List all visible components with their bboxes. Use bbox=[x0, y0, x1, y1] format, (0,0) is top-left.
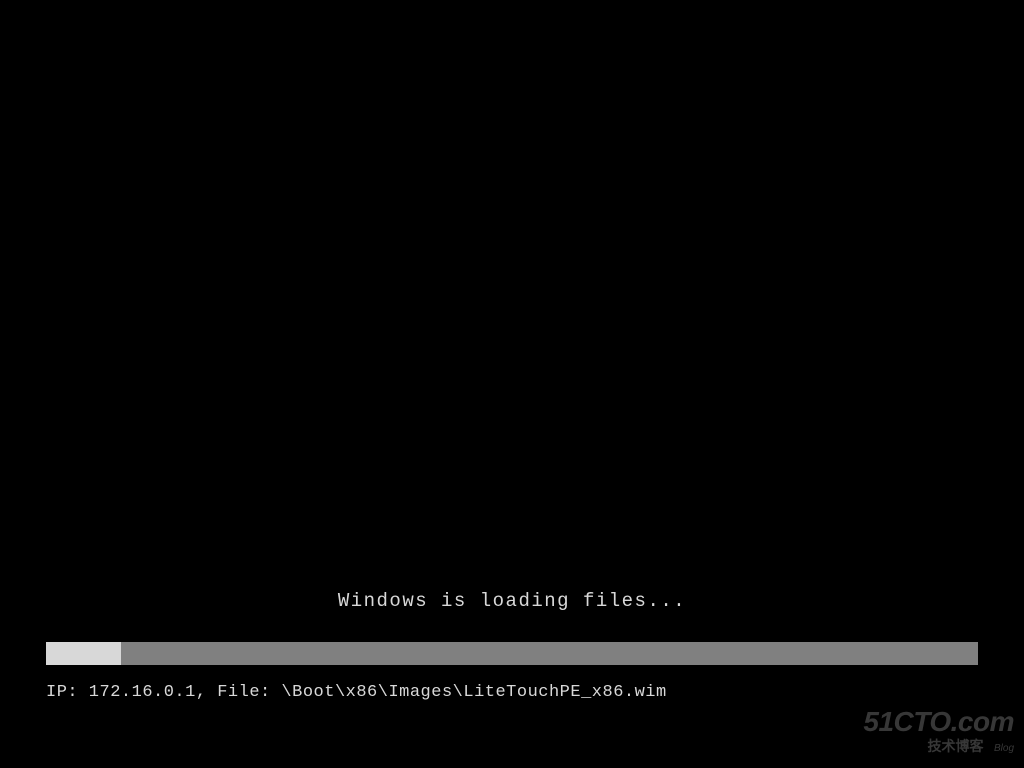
boot-status-line: IP: 172.16.0.1, File: \Boot\x86\Images\L… bbox=[46, 683, 667, 702]
loading-message: Windows is loading files... bbox=[0, 590, 1024, 612]
watermark-sub-row: 技术博客 Blog bbox=[863, 736, 1014, 756]
watermark-main-text: 51CTO.com bbox=[863, 708, 1014, 736]
watermark-sub-text: 技术博客 bbox=[928, 738, 984, 754]
watermark-logo: 51CTO.com 技术博客 Blog bbox=[863, 708, 1014, 756]
watermark-tag-text: Blog bbox=[994, 743, 1014, 754]
progress-bar-fill bbox=[46, 642, 121, 665]
progress-bar-track bbox=[46, 642, 978, 665]
